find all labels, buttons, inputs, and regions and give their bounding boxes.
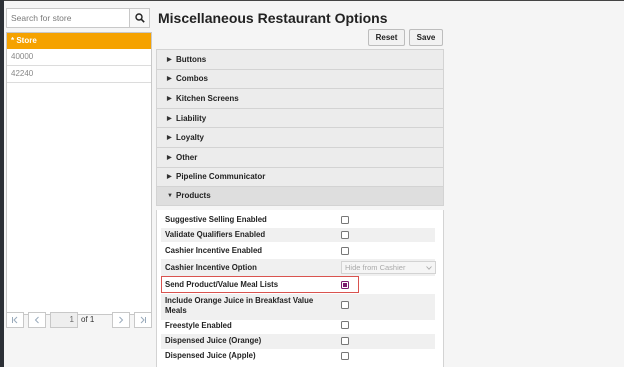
dispensed-juice-orange-checkbox[interactable] [341,337,349,345]
section-label: Buttons [176,54,207,64]
option-label: Cashier Incentive Enabled [165,246,263,255]
caret-right-icon: ▶ [167,76,172,83]
pager: 1 of 1 [6,312,152,329]
option-label-continued: Meals [165,306,187,315]
option-row-suggestive-selling: Suggestive Selling Enabled [161,213,435,226]
last-page-icon [140,316,146,324]
store-list-item[interactable]: 40000 [7,49,151,66]
first-page-button[interactable] [6,312,24,328]
select-value: Hide from Cashier [345,263,406,272]
option-row-freestyle-enabled: Freestyle Enabled [161,320,435,334]
section-label: Combos [176,74,208,84]
include-orange-juice-checkbox[interactable] [341,301,349,309]
cashier-incentive-select[interactable]: Hide from Cashier [341,261,436,274]
section-pipeline-communicator[interactable]: ▶ Pipeline Communicator [156,166,444,187]
option-label: Suggestive Selling Enabled [165,215,267,224]
suggestive-selling-checkbox[interactable] [341,216,349,224]
option-label: Validate Qualifiers Enabled [165,230,266,239]
section-other[interactable]: ▶ Other [156,146,444,167]
next-page-button[interactable] [112,312,130,328]
validate-qualifiers-checkbox[interactable] [341,231,349,239]
caret-right-icon: ▶ [167,95,172,102]
section-label: Loyalty [176,133,205,143]
caret-right-icon: ▶ [167,174,172,181]
section-label: Products [176,191,211,201]
section-buttons[interactable]: ▶ Buttons [156,49,444,69]
chevron-down-icon [426,266,432,270]
option-label: Include Orange Juice in Breakfast Value [165,296,314,305]
caret-right-icon: ▶ [167,56,172,63]
caret-down-icon: ▼ [167,192,173,199]
option-label: Dispensed Juice (Orange) [165,336,262,345]
search-button[interactable] [129,9,149,27]
option-row-dispensed-juice-apple: Dispensed Juice (Apple) [161,350,435,364]
option-row-cashier-incentive-enabled: Cashier Incentive Enabled [161,244,435,258]
section-label: Kitchen Screens [176,93,239,103]
page-number-input[interactable]: 1 [50,312,78,328]
section-liability[interactable]: ▶ Liability [156,107,444,128]
section-products[interactable]: ▼ Products [156,186,444,206]
option-label: Freestyle Enabled [165,321,232,330]
section-kitchen-screens[interactable]: ▶ Kitchen Screens [156,88,444,108]
option-row-cashier-incentive-option: Cashier Incentive Option Hide from Cashi… [161,259,436,276]
store-panel: * Store 40000 42240 1 of 1 [6,8,152,359]
option-row-include-orange-juice: Include Orange Juice in Breakfast Value … [161,294,435,320]
search-icon [134,13,145,23]
store-list: * Store 40000 42240 [6,32,152,315]
window-left-edge [0,0,4,367]
next-page-icon [119,316,124,324]
option-row-validate-qualifiers: Validate Qualifiers Enabled [161,228,435,242]
window-top-border [0,0,624,1]
prev-page-icon [34,316,39,324]
store-list-item[interactable]: 42240 [7,66,151,83]
caret-right-icon: ▶ [167,154,172,161]
highlight-box [161,276,359,293]
section-loyalty[interactable]: ▶ Loyalty [156,127,444,147]
dispensed-juice-apple-checkbox[interactable] [341,352,349,360]
caret-right-icon: ▶ [167,115,172,122]
store-list-header[interactable]: * Store [7,33,151,49]
section-label: Pipeline Communicator [176,172,266,182]
store-search-input[interactable] [7,9,131,27]
last-page-button[interactable] [134,312,152,328]
save-button[interactable]: Save [409,29,443,46]
cashier-incentive-checkbox[interactable] [341,247,349,255]
options-accordion: ▶ Buttons ▶ Combos ▶ Kitchen Screens ▶ Liabi… [156,49,444,206]
option-label: Cashier Incentive Option [165,263,257,272]
option-row-dispensed-juice-orange: Dispensed Juice (Orange) [161,334,435,349]
freestyle-enabled-checkbox[interactable] [341,321,349,329]
page-title: Miscellaneous Restaurant Options [158,10,388,26]
option-label: Dispensed Juice (Apple) [165,351,256,360]
page-count-label: of 1 [81,315,95,324]
section-label: Other [176,152,198,162]
first-page-icon [12,316,18,324]
reset-button[interactable]: Reset [368,29,405,46]
store-search [6,8,150,28]
caret-right-icon: ▶ [167,135,172,142]
section-combos[interactable]: ▶ Combos [156,68,444,89]
prev-page-button[interactable] [28,312,46,328]
section-label: Liability [176,113,207,123]
